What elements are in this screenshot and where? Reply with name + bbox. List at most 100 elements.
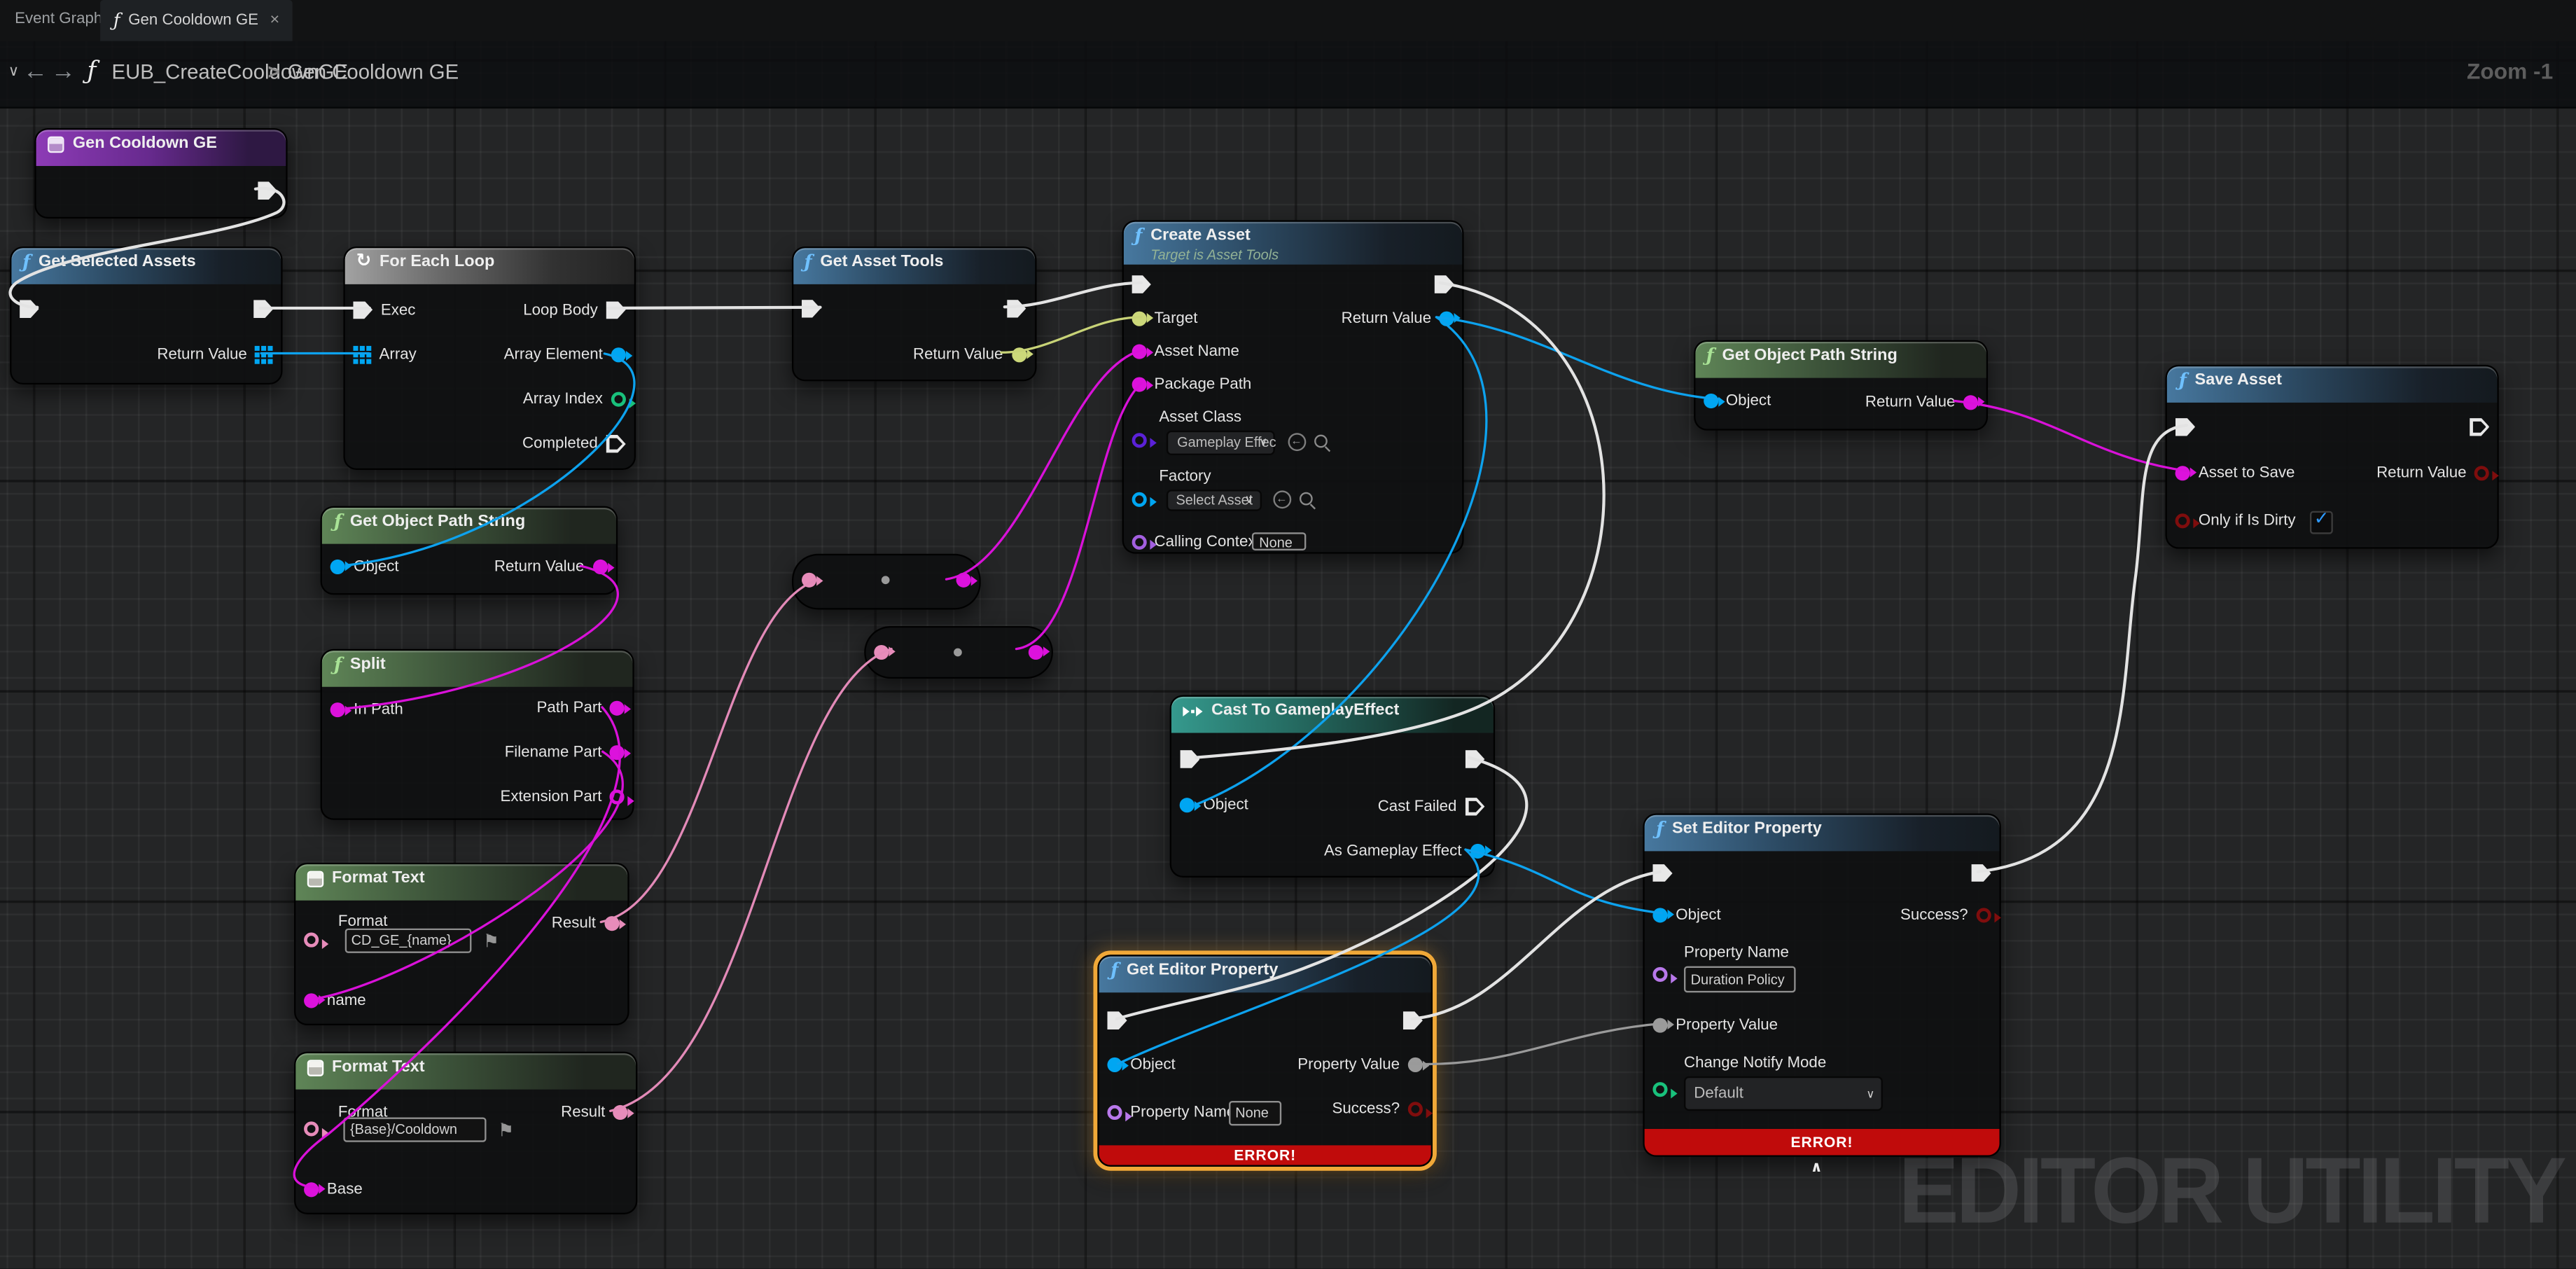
pin-exec[interactable]: Exec <box>352 300 415 319</box>
pin-circle-in[interactable] <box>1131 491 1156 507</box>
node-for-each-loop[interactable]: ↻ For Each Loop Exec Loop Body Array Array El… <box>342 246 636 471</box>
forward-arrow-icon[interactable]: → <box>51 57 76 85</box>
pin-return-value[interactable]: Return Value <box>1865 394 1985 412</box>
pin-exec-out[interactable] <box>257 181 277 200</box>
pin-exec-in[interactable] <box>2175 417 2196 436</box>
node-get-selected-assets[interactable]: ƒ Get Selected Assets Return Value <box>9 246 284 384</box>
pin-package-path[interactable]: Package Path <box>1131 375 1251 394</box>
pin-exec-in[interactable] <box>1107 1011 1127 1029</box>
pin-loop-body[interactable]: Loop Body <box>523 300 626 319</box>
pin-success[interactable]: Success? <box>1900 906 2001 924</box>
pin-circle-in[interactable] <box>873 644 895 659</box>
graph-dropdown-caret-icon[interactable]: ∨ <box>8 62 19 81</box>
pin-return-value[interactable]: Return Value <box>494 558 614 576</box>
pin-circle-in[interactable] <box>1652 967 1678 983</box>
pin-in-path[interactable]: In Path <box>330 701 403 719</box>
pin-only-if-is-dirty[interactable]: Only if Is Dirty <box>2175 511 2296 529</box>
pin-property-value[interactable]: Property Value <box>1652 1016 1778 1034</box>
node-get-editor-property[interactable]: ƒ Get Editor Property Object Property Value… <box>1097 955 1433 1167</box>
pin-exec-out[interactable] <box>2470 417 2490 436</box>
expand-chevron-icon[interactable]: ∧ <box>1811 1158 1823 1177</box>
tab-gen-cooldown-ge[interactable]: ƒ Gen Cooldown GE × <box>100 0 293 41</box>
pin-circle-out[interactable] <box>956 573 978 588</box>
node-event-gen-cooldown-ge[interactable]: Gen Cooldown GE <box>34 127 287 219</box>
pin-target[interactable]: Target <box>1131 310 1197 328</box>
back-arrow-icon[interactable]: ← <box>23 57 48 85</box>
node-split[interactable]: ƒ Split In Path Path Part Filename Part Exten… <box>321 649 635 820</box>
pin-exec-out[interactable] <box>1971 864 1991 882</box>
pin-asset-name[interactable]: Asset Name <box>1131 342 1239 361</box>
pin-circle-in[interactable] <box>1131 432 1156 448</box>
pin-completed[interactable]: Completed <box>522 435 626 453</box>
pin-property-value[interactable]: Property Value <box>1297 1056 1430 1074</box>
pin-object[interactable]: Object <box>1702 393 1771 410</box>
pin-exec-out[interactable] <box>1465 750 1485 768</box>
checkbox[interactable]: ✓ <box>2311 508 2334 534</box>
pin-path-part[interactable]: Path Part <box>537 700 632 718</box>
pin-exec-in[interactable] <box>1131 275 1151 294</box>
pin-array[interactable]: Array <box>352 346 417 365</box>
node-format-text-path[interactable]: Format Text Result Base Format {Base}/Cooldo… <box>293 1052 639 1214</box>
pin-success[interactable]: Success? <box>1332 1100 1433 1118</box>
pin-property-name[interactable]: Property Name <box>1107 1104 1235 1122</box>
pin-object[interactable]: Object <box>1107 1056 1176 1074</box>
pin-cast-failed[interactable]: Cast Failed <box>1378 797 1485 816</box>
pin-as-gameplay-effect[interactable]: As Gameplay Effect <box>1324 842 1491 860</box>
dropdown-select[interactable]: Gameplay Effec ∨ <box>1167 430 1276 455</box>
pin-exec-out[interactable] <box>253 300 274 319</box>
use-selected-icon[interactable]: ← <box>1272 491 1291 510</box>
pin-return-value[interactable]: Return Value <box>1342 310 1461 328</box>
node-get-asset-tools[interactable]: ƒ Get Asset Tools Return Value <box>791 246 1036 382</box>
pin-extension-part[interactable]: Extension Part <box>500 788 635 806</box>
text-input[interactable]: CD_GE_{name} <box>344 927 471 953</box>
pin-base[interactable]: Base <box>304 1180 363 1198</box>
pin-return-value[interactable]: Return Value <box>913 345 1033 363</box>
panel-label-event-graph[interactable]: Event Graph <box>15 10 102 28</box>
pin-result[interactable]: Result <box>552 915 626 933</box>
pin-exec-in[interactable] <box>1652 864 1673 882</box>
graph-canvas[interactable]: Gen Cooldown GE ƒ Get Selected Assets Retur… <box>0 41 2576 1269</box>
node-save-asset[interactable]: ƒ Save Asset Asset to Save Return Value Only… <box>2165 363 2500 548</box>
node-set-editor-property[interactable]: ƒ Set Editor Property Object Success? Proper… <box>1643 813 2001 1175</box>
pin-exec-in[interactable] <box>800 299 821 318</box>
node-get-object-path-string-right[interactable]: ƒ Get Object Path String Object Return Valu… <box>1692 340 1989 431</box>
pin-filename-part[interactable]: Filename Part <box>505 744 632 762</box>
pin-object[interactable]: Object <box>1652 906 1721 924</box>
pin-exec-out[interactable] <box>1006 299 1026 318</box>
pin-name[interactable]: name <box>304 991 366 1009</box>
pin-circle-out[interactable] <box>1029 644 1050 659</box>
breadcrumb-current[interactable]: Gen Cooldown GE <box>288 61 459 84</box>
node-create-asset[interactable]: ƒ Create Asset Target is Asset Tools Target… <box>1121 219 1465 555</box>
pin-array-index[interactable]: Array Index <box>523 391 636 409</box>
pin-circle-in[interactable] <box>304 932 329 948</box>
pin-exec-out[interactable] <box>1434 275 1454 294</box>
node-get-object-path-string-left[interactable]: ƒ Get Object Path String Object Return Valu… <box>321 506 618 595</box>
pin-calling-context[interactable]: Calling Context <box>1131 532 1260 550</box>
text-input[interactable]: {Base}/Cooldown <box>343 1116 487 1142</box>
pin-exec-in[interactable] <box>19 300 39 319</box>
pin-circle-in[interactable] <box>304 1121 329 1137</box>
node-cast-to-gameplayeffect[interactable]: Cast To GameplayEffect Object Cast Failed A… <box>1170 695 1495 878</box>
pin-circle-in[interactable] <box>1652 1082 1678 1098</box>
text-input[interactable]: None <box>1252 532 1307 551</box>
pin-asset-to-save[interactable]: Asset to Save <box>2175 464 2295 482</box>
close-icon[interactable]: × <box>270 11 279 29</box>
pin-exec-in[interactable] <box>1180 750 1200 768</box>
dropdown-select[interactable]: Select Asset ∨ <box>1166 489 1262 511</box>
text-input[interactable]: Duration Policy <box>1684 966 1796 993</box>
pin-circle-in[interactable] <box>802 573 824 588</box>
node-reroute-name[interactable] <box>792 553 982 609</box>
pin-object[interactable]: Object <box>330 558 399 576</box>
pin-object[interactable]: Object <box>1180 797 1248 814</box>
pin-return-value[interactable]: Return Value <box>157 346 274 365</box>
node-reroute-path[interactable] <box>863 625 1054 679</box>
text-input[interactable]: None <box>1228 1100 1281 1125</box>
node-format-text-name[interactable]: Format Text Result name Format CD_GE_{name} ⚑ <box>293 862 629 1025</box>
use-selected-icon[interactable]: ← <box>1287 433 1306 452</box>
pin-array-element[interactable]: Array Element <box>504 346 633 364</box>
pin-exec-out[interactable] <box>1402 1011 1423 1029</box>
pin-result[interactable]: Result <box>561 1104 635 1122</box>
dropdown-select[interactable]: Default ∨ <box>1684 1076 1884 1112</box>
browse-icon[interactable] <box>1312 434 1330 452</box>
pin-return-value[interactable]: Return Value <box>2376 464 2500 482</box>
